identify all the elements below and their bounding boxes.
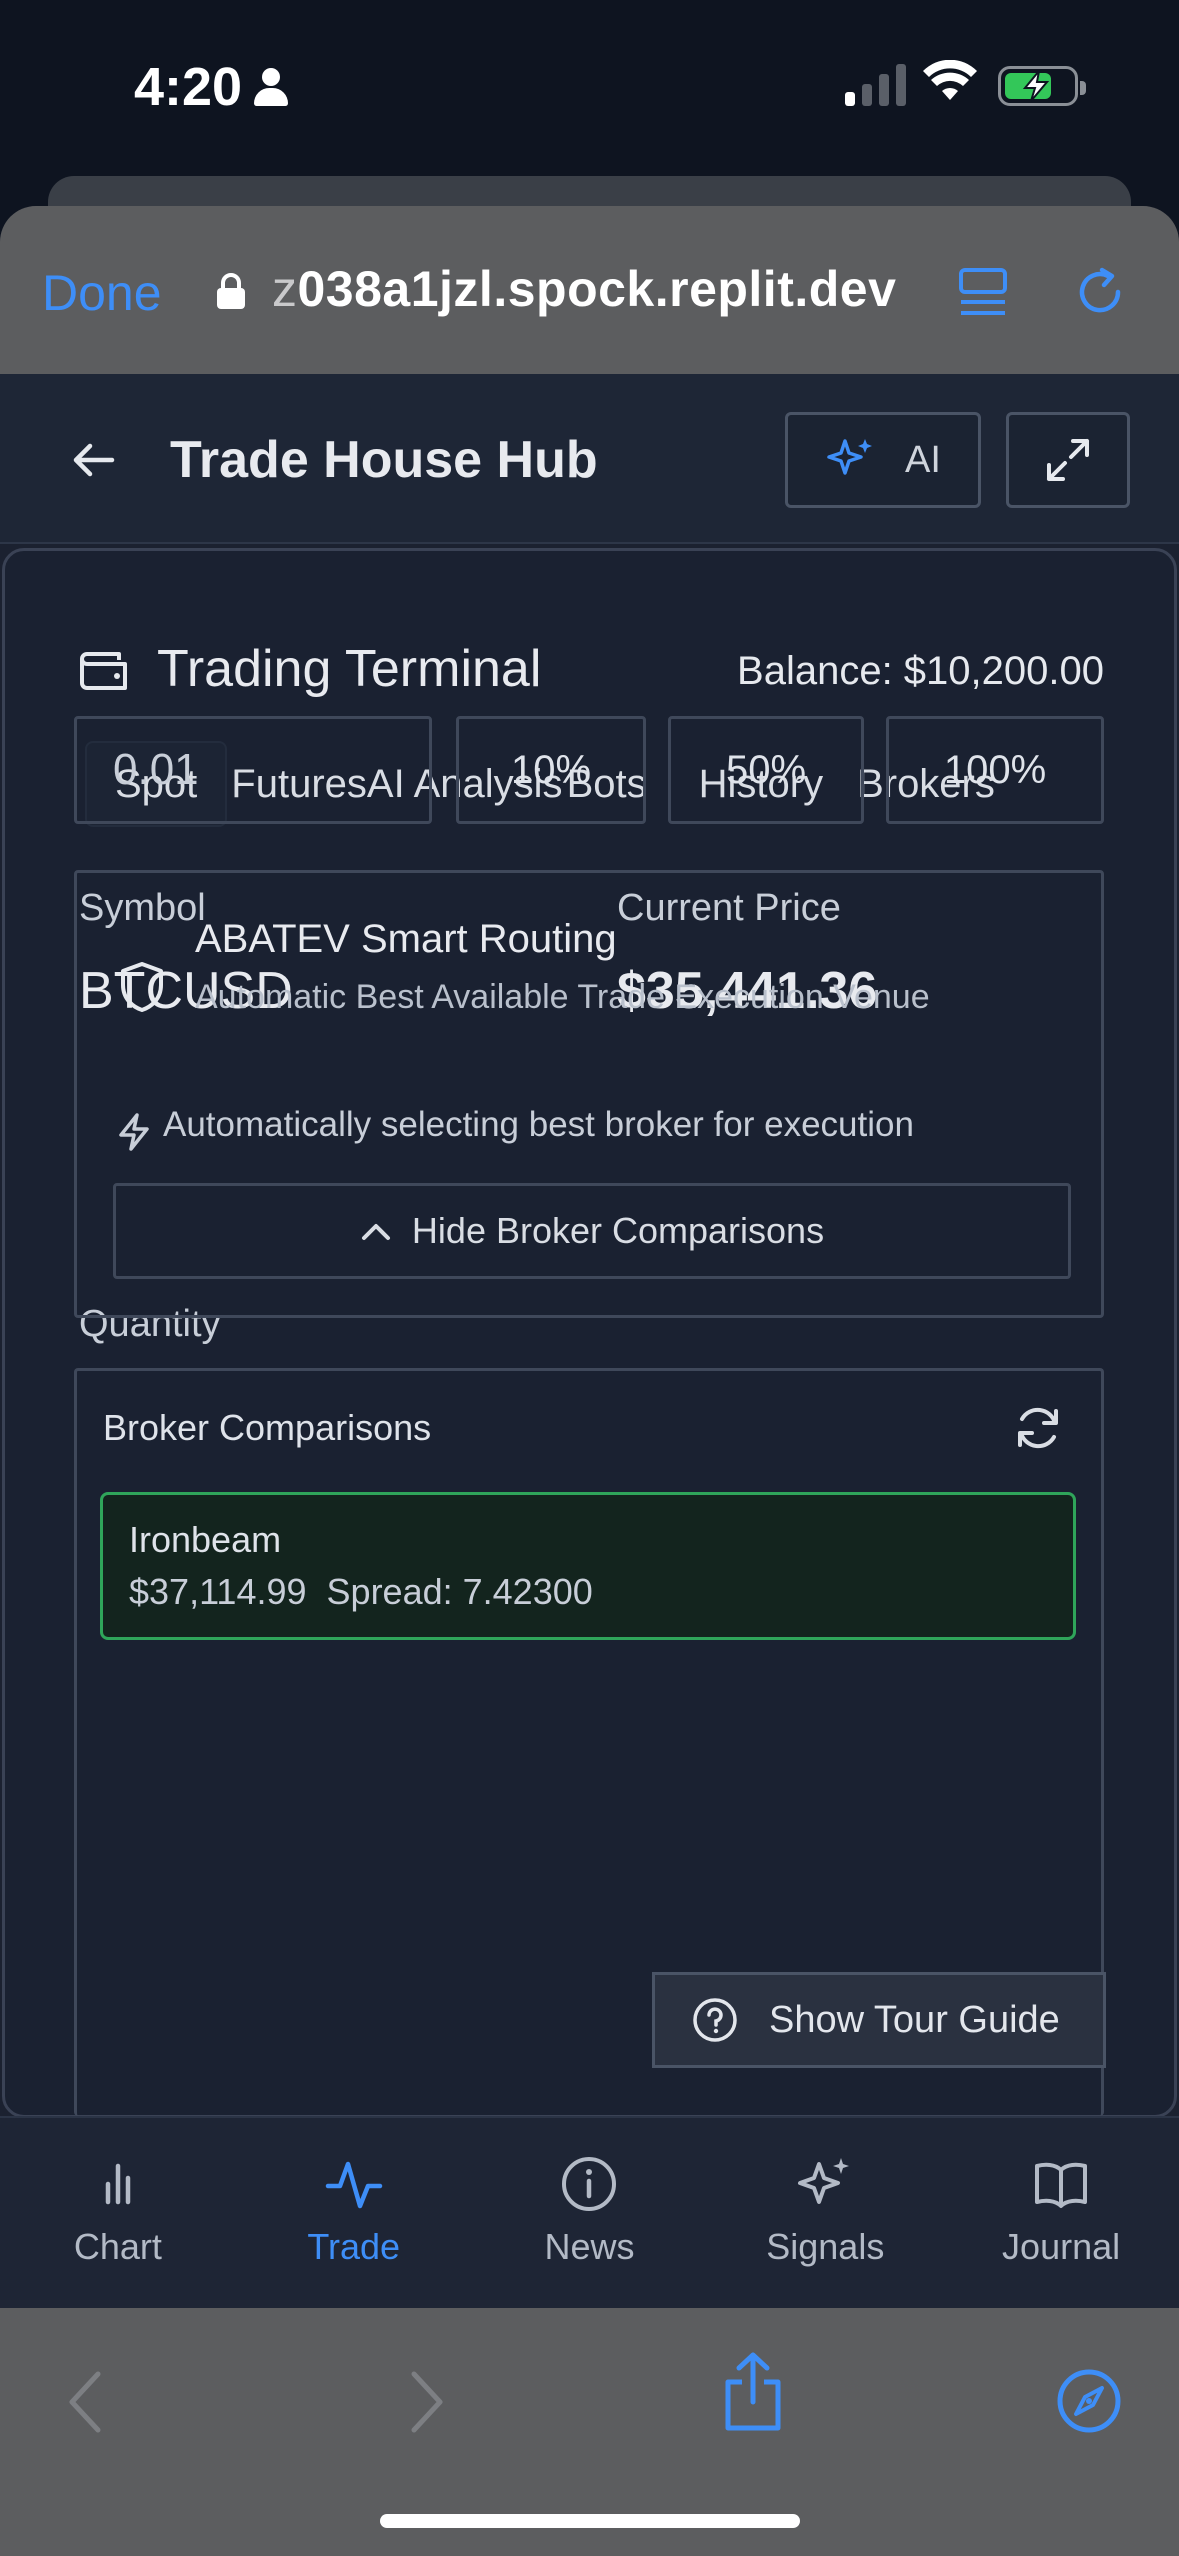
book-icon <box>1035 2162 1088 2208</box>
status-bar: 4:20 <box>0 0 1179 170</box>
nav-trade[interactable]: Trade <box>236 2118 472 2308</box>
broker-comparisons-title: Broker Comparisons <box>103 1407 432 1448</box>
browser-forward-icon[interactable] <box>406 2370 446 2434</box>
bottom-navigation: Chart Trade News Signals Journal <box>0 2116 1179 2308</box>
percent-50-button[interactable]: 50% <box>668 716 864 824</box>
home-indicator <box>380 2514 800 2528</box>
status-time: 4:20 <box>134 56 289 118</box>
broker-row-ironbeam[interactable]: Ironbeam $37,114.99 Spread: 7.42300 <box>100 1492 1076 1640</box>
nav-signals[interactable]: Signals <box>707 2118 943 2308</box>
compass-icon[interactable] <box>1056 2368 1122 2434</box>
lock-icon <box>217 273 245 309</box>
terminal-header: Trading Terminal <box>79 639 541 699</box>
page-menu-icon[interactable] <box>958 266 1008 318</box>
reload-icon[interactable] <box>1072 264 1128 320</box>
sparkles-icon <box>827 439 873 475</box>
broker-name: Ironbeam <box>129 1519 282 1560</box>
routing-subtitle: Automatic Best Available Trade Execution… <box>195 978 930 1016</box>
percent-100-button[interactable]: 100% <box>886 716 1104 824</box>
url-text[interactable]: z038a1jzl.spock.replit.dev <box>272 260 896 318</box>
back-arrow-icon[interactable] <box>72 442 116 478</box>
nav-journal[interactable]: Journal <box>943 2118 1179 2308</box>
percent-10-button[interactable]: 10% <box>456 716 646 824</box>
routing-auto-text: Automatically selecting best broker for … <box>163 1105 914 1144</box>
info-icon <box>562 2157 617 2211</box>
lightning-icon <box>119 1113 149 1151</box>
broker-price: $37,114.99 Spread: 7.42300 <box>129 1571 593 1612</box>
refresh-icon[interactable] <box>1013 1403 1063 1453</box>
done-button[interactable]: Done <box>42 264 162 322</box>
browser-back-icon[interactable] <box>66 2370 106 2434</box>
quantity-input[interactable]: 0.01 <box>74 716 432 824</box>
account-balance: Balance: $10,200.00 <box>737 649 1104 693</box>
show-tour-guide-button[interactable]: Show Tour Guide <box>652 1972 1106 2068</box>
browser-url-bar: Done z038a1jzl.spock.replit.dev <box>0 206 1179 374</box>
chevron-up-icon <box>361 1224 390 1240</box>
person-icon <box>254 68 289 106</box>
ai-button[interactable]: AI <box>785 412 981 508</box>
nav-news[interactable]: News <box>472 2118 708 2308</box>
fullscreen-button[interactable] <box>1006 412 1130 508</box>
wifi-icon <box>923 60 977 100</box>
hide-broker-comparisons-button[interactable]: Hide Broker Comparisons <box>113 1183 1071 1279</box>
share-icon[interactable] <box>722 2352 784 2432</box>
help-circle-icon <box>693 1998 737 2042</box>
page-title: Trade House Hub <box>170 431 598 489</box>
bar-chart-icon <box>105 2163 131 2205</box>
terminal-title: Trading Terminal <box>157 640 542 698</box>
app-header: Trade House Hub AI <box>0 374 1179 544</box>
activity-icon <box>325 2161 382 2209</box>
sparkles-icon <box>798 2158 850 2204</box>
browser-sheet: Done z038a1jzl.spock.replit.dev Trade Ho… <box>0 206 1179 2556</box>
shield-icon <box>121 962 163 1012</box>
wallet-icon <box>80 652 127 690</box>
battery-icon <box>998 66 1086 106</box>
expand-icon <box>1047 439 1089 481</box>
cellular-signal-icon <box>845 62 906 106</box>
routing-title: ABATEV Smart Routing <box>195 917 617 961</box>
smart-routing-card: ABATEV Smart Routing Automatic Best Avai… <box>74 870 1104 1318</box>
nav-chart[interactable]: Chart <box>0 2118 236 2308</box>
